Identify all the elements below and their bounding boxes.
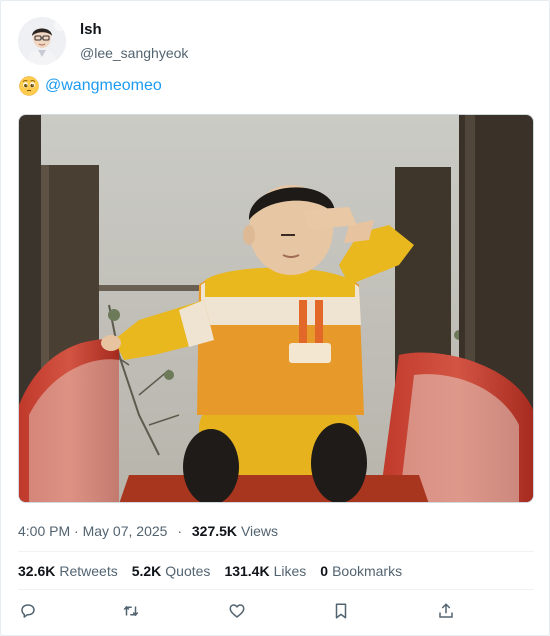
reply-icon bbox=[21, 604, 35, 618]
retweet-icon bbox=[123, 605, 139, 617]
user-handle[interactable]: @lee_sanghyeok bbox=[80, 44, 188, 62]
stat-retweets[interactable]: 32.6K Retweets bbox=[18, 561, 118, 581]
meta-dot: · bbox=[177, 523, 182, 539]
tweet-time[interactable]: 4:00 PM bbox=[18, 523, 70, 539]
views-label: Views bbox=[240, 523, 279, 539]
share-icon bbox=[439, 603, 453, 618]
tweet-photo[interactable] bbox=[18, 114, 534, 503]
stat-quotes[interactable]: 5.2K Quotes bbox=[132, 561, 211, 581]
pleading-face-emoji-icon bbox=[19, 76, 39, 96]
bookmarks-count: 0 bbox=[320, 563, 329, 579]
quotes-count: 5.2K bbox=[131, 563, 162, 579]
like-button[interactable] bbox=[225, 599, 249, 623]
mention-link[interactable]: @wangmeomeo bbox=[45, 77, 162, 95]
tweet-date[interactable]: May 07, 2025 bbox=[83, 523, 168, 539]
user-names: lsh @lee_sanghyeok bbox=[80, 20, 188, 62]
action-bar bbox=[1, 599, 550, 625]
stat-bookmarks[interactable]: 0 Bookmarks bbox=[320, 561, 402, 581]
divider bbox=[18, 589, 534, 590]
divider bbox=[18, 551, 534, 552]
tweet-meta: 4:00 PM · May 07, 2025 · 327.5K Views bbox=[18, 521, 278, 541]
likes-label: Likes bbox=[273, 563, 307, 579]
share-button[interactable] bbox=[434, 599, 458, 623]
tweet-stats: 32.6K Retweets 5.2K Quotes 131.4K Likes 0 Bo… bbox=[18, 561, 416, 581]
retweets-count: 32.6K bbox=[18, 563, 56, 579]
likes-count: 131.4K bbox=[224, 563, 270, 579]
tweet-card: lsh @lee_sanghyeok @wangmeomeo 4:00 PM ·… bbox=[0, 0, 550, 636]
views-count: 327.5K bbox=[191, 523, 238, 539]
quotes-label: Quotes bbox=[165, 563, 211, 579]
reply-button[interactable] bbox=[16, 599, 40, 623]
avatar[interactable] bbox=[18, 17, 66, 65]
bookmark-button[interactable] bbox=[329, 599, 353, 623]
bookmarks-label: Bookmarks bbox=[332, 563, 403, 579]
retweet-button[interactable] bbox=[119, 599, 143, 623]
date-separator: · bbox=[74, 523, 79, 539]
tweet-text: @wangmeomeo bbox=[19, 75, 162, 97]
display-name[interactable]: lsh bbox=[80, 20, 188, 40]
retweets-label: Retweets bbox=[59, 563, 118, 579]
stat-likes[interactable]: 131.4K Likes bbox=[224, 561, 306, 581]
like-icon bbox=[229, 604, 245, 618]
bookmark-icon bbox=[335, 603, 347, 619]
tweet-header: lsh @lee_sanghyeok bbox=[18, 15, 188, 67]
photo-image bbox=[19, 115, 533, 502]
